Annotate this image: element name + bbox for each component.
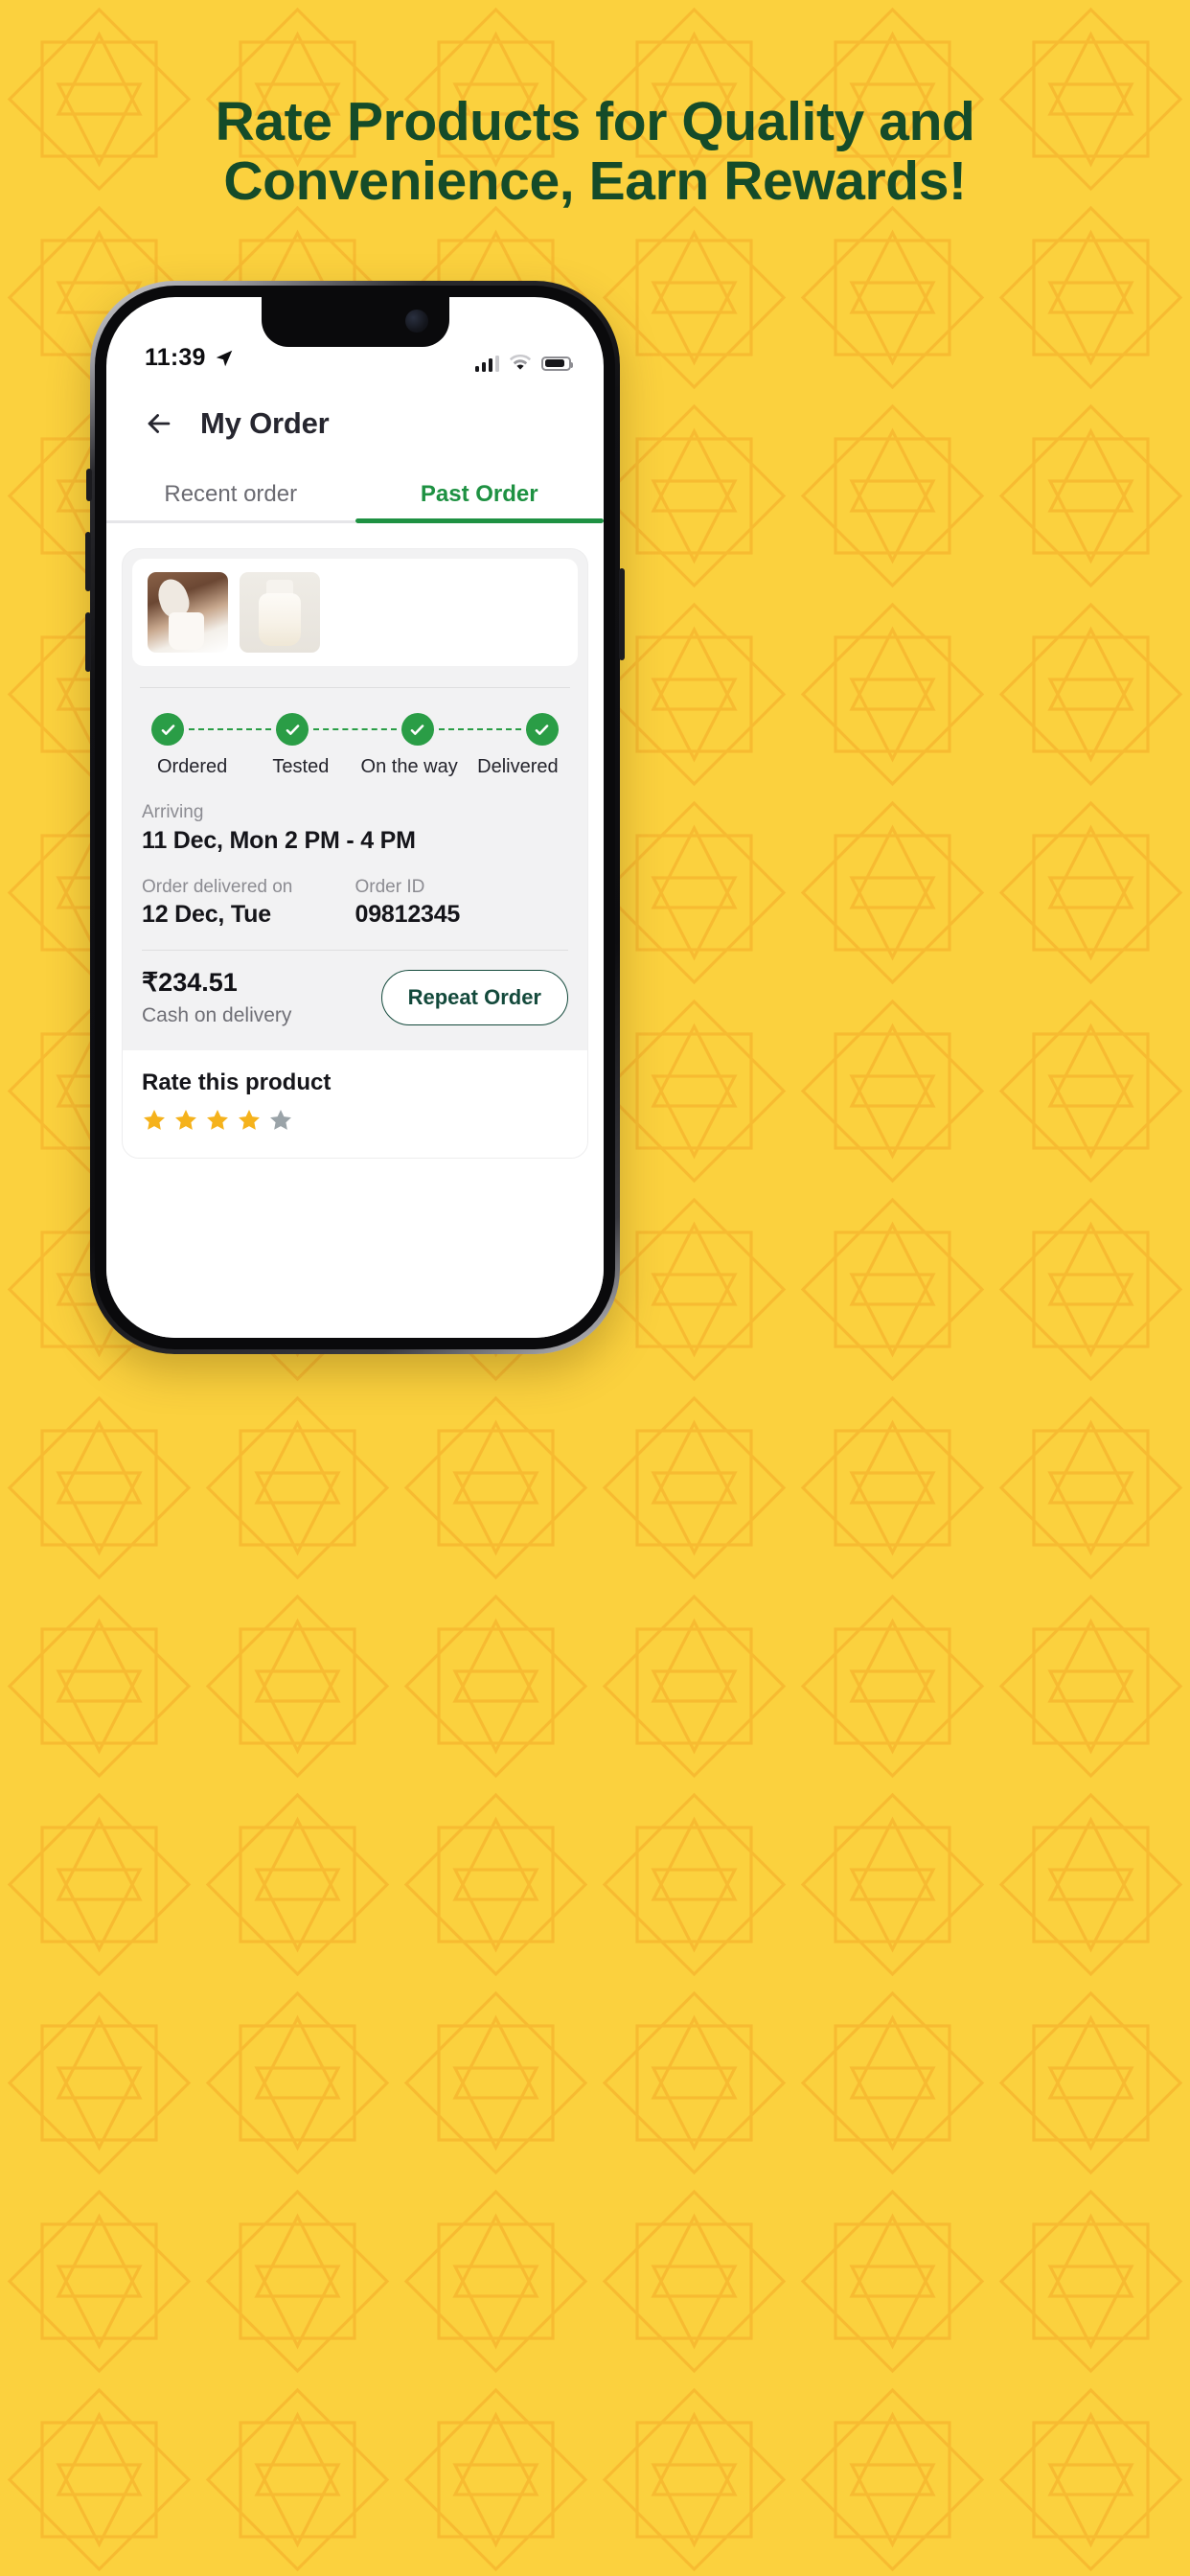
arriving-block: Arriving 11 Dec, Mon 2 PM - 4 PM (142, 799, 568, 855)
order-id-value: 09812345 (355, 901, 461, 928)
status-bar-right (474, 355, 573, 372)
payment-row: ₹234.51 Cash on delivery Repeat Order (123, 951, 587, 1050)
past-order-card[interactable]: Ordered Tested On the way Delivered Arri… (122, 548, 588, 1159)
battery-icon (541, 356, 573, 371)
order-details: Arriving 11 Dec, Mon 2 PM - 4 PM Order d… (123, 778, 587, 929)
tab-underline-active (355, 518, 604, 523)
tracker-node-ordered (151, 713, 184, 746)
rate-product-section: Rate this product (123, 1050, 587, 1158)
tab-past-order[interactable]: Past Order (355, 481, 604, 523)
tracker-node-on-the-way (400, 713, 434, 746)
check-icon (410, 724, 424, 735)
app-header: My Order (106, 380, 604, 468)
promo-headline: Rate Products for Quality and Convenienc… (0, 92, 1190, 211)
order-progress-tracker: Ordered Tested On the way Delivered (123, 688, 587, 778)
tracker-connector-3 (438, 728, 521, 730)
order-tabs: Recent order Past Order (106, 468, 604, 537)
tab-recent-order-label: Recent order (164, 481, 298, 507)
rate-product-title: Rate this product (142, 1070, 332, 1095)
tab-past-order-label: Past Order (420, 481, 538, 507)
location-arrow-icon (216, 350, 232, 366)
headline-line-1: Rate Products for Quality and (215, 91, 975, 152)
headline-line-2: Convenience, Earn Rewards! (223, 150, 967, 213)
star-icon[interactable] (268, 1108, 293, 1133)
tracker-connector-2 (313, 728, 397, 730)
payment-mode: Cash on delivery (142, 1004, 292, 1026)
arriving-value: 11 Dec, Mon 2 PM - 4 PM (142, 826, 416, 854)
order-list-body: Ordered Tested On the way Delivered Arri… (106, 537, 604, 1338)
order-thumbnails (132, 559, 578, 666)
tab-underline-inactive (106, 520, 355, 523)
repeat-order-button[interactable]: Repeat Order (380, 970, 568, 1025)
order-price: ₹234.51 (142, 968, 238, 997)
arriving-label: Arriving (142, 802, 204, 822)
rating-stars[interactable] (142, 1108, 568, 1133)
order-id-block: Order ID 09812345 (355, 874, 569, 930)
star-icon[interactable] (173, 1108, 198, 1133)
volume-down-button[interactable] (85, 612, 91, 672)
cellular-signal-icon (474, 355, 499, 372)
tracker-node-delivered (525, 713, 559, 746)
phone-mockup: 11:39 My Order Recent order Past Order O… (85, 281, 625, 1354)
tracker-label-ordered: Ordered (156, 756, 228, 777)
tracker-label-tested: Tested (272, 756, 330, 777)
tracker-nodes (138, 713, 572, 746)
payment-info: ₹234.51 Cash on delivery (142, 968, 291, 1027)
delivered-on-value: 12 Dec, Tue (142, 901, 271, 928)
star-icon[interactable] (237, 1108, 262, 1133)
order-id-label: Order ID (355, 876, 425, 897)
wifi-icon (509, 355, 532, 370)
check-icon (286, 724, 300, 735)
phone-screen: 11:39 My Order Recent order Past Order O… (106, 297, 604, 1338)
page-title: My Order (200, 406, 330, 440)
status-bar: 11:39 (106, 297, 604, 380)
product-thumbnail-milk-pouring[interactable] (148, 572, 228, 653)
tracker-label-on-the-way: On the way (360, 756, 458, 777)
tracker-labels: Ordered Tested On the way Delivered (138, 756, 572, 778)
order-meta-row: Order delivered on 12 Dec, Tue Order ID … (142, 874, 568, 930)
tracker-label-delivered: Delivered (477, 756, 559, 777)
star-icon[interactable] (142, 1108, 167, 1133)
tracker-node-tested (276, 713, 309, 746)
tracker-connector-1 (189, 728, 272, 730)
delivered-on-block: Order delivered on 12 Dec, Tue (142, 874, 355, 930)
product-thumbnail-milk-bottle[interactable] (240, 572, 320, 653)
status-time: 11:39 (145, 344, 206, 371)
status-bar-left: 11:39 (145, 344, 235, 372)
back-arrow-icon[interactable] (143, 407, 175, 440)
star-icon[interactable] (205, 1108, 230, 1133)
tab-recent-order[interactable]: Recent order (106, 481, 355, 523)
check-icon (536, 724, 549, 735)
power-button[interactable] (619, 568, 625, 660)
check-icon (161, 724, 174, 735)
volume-up-button[interactable] (85, 532, 91, 591)
delivered-on-label: Order delivered on (142, 876, 293, 897)
silent-switch[interactable] (86, 469, 92, 501)
